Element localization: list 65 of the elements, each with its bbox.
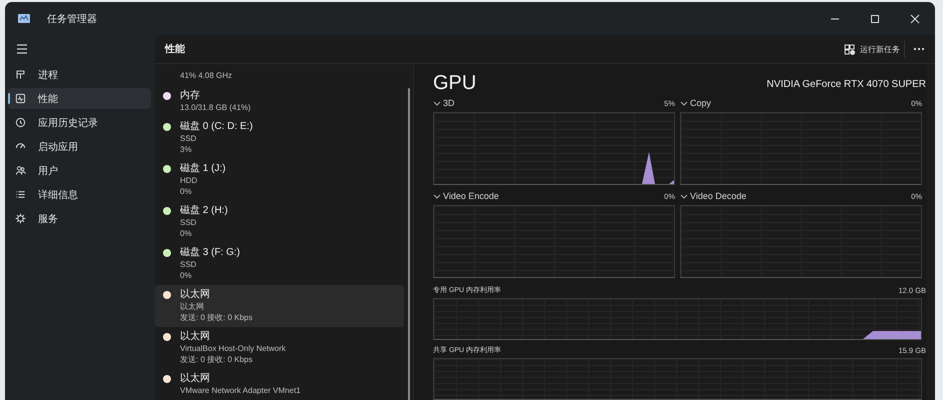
device-name: 以太网 xyxy=(180,330,211,344)
gpu-model: NVIDIA GeForce RTX 4070 SUPER xyxy=(766,79,926,92)
device-detail: 0% xyxy=(180,270,193,281)
graph-label: 3D xyxy=(443,98,455,108)
device-item[interactable]: 41% 4.08 GHz xyxy=(155,68,404,86)
nav-item[interactable]: 用户 xyxy=(8,160,151,181)
device-name: 以太网 xyxy=(180,288,211,302)
device-item[interactable]: 磁盘 1 (J:) HDD 0% xyxy=(155,159,404,201)
device-detail: 以太网 xyxy=(180,302,205,312)
device-detail: 13.0/31.8 GB (41%) xyxy=(180,102,251,113)
device-detail: VirtualBox Host-Only Network xyxy=(180,344,286,354)
usage-trace xyxy=(863,331,921,339)
scrollbar[interactable] xyxy=(408,88,410,400)
chevron-icon[interactable] xyxy=(680,192,688,200)
device-item[interactable]: 内存 13.0/31.8 GB (41%) xyxy=(155,86,404,117)
device-detail: 发送: 0 接收: 0 Kbps xyxy=(180,354,254,365)
performance-icon xyxy=(15,93,26,104)
device-detail: HDD xyxy=(180,176,198,186)
chevron-icon[interactable] xyxy=(680,100,688,106)
graph-label: Video Decode xyxy=(690,191,746,201)
app-icon xyxy=(17,12,31,25)
nav-item[interactable]: 性能 xyxy=(8,88,151,109)
chevron-icon[interactable] xyxy=(433,192,441,200)
device-name: 磁盘 0 (C: D: E:) xyxy=(180,120,253,134)
run-new-task-button[interactable]: 运行新任务 xyxy=(840,40,905,58)
page-title: 性能 xyxy=(165,42,186,56)
device-detail: 发送: 0 接收: 0 Kbps xyxy=(180,312,252,323)
device-detail: SSD xyxy=(180,218,198,228)
device-detail: 41% 4.08 GHz xyxy=(180,71,232,82)
device-item[interactable]: 磁盘 2 (H:) SSD 0% xyxy=(155,201,404,243)
device-item[interactable]: 磁盘 0 (C: D: E:) SSD 3% xyxy=(155,117,404,159)
device-detail: SSD xyxy=(180,260,198,270)
usage-trace xyxy=(642,152,674,184)
device-item[interactable]: 以太网 VirtualBox Host-Only Network 发送: 0 接收: 0 Kbps xyxy=(155,327,404,369)
device-name: 磁盘 1 (J:) xyxy=(180,162,226,176)
device-detail: SSD xyxy=(180,134,198,144)
details-icon xyxy=(15,189,26,200)
services-icon xyxy=(15,213,26,224)
more-icon[interactable] xyxy=(913,47,925,51)
device-detail: 0% xyxy=(180,228,193,239)
history-icon xyxy=(15,117,26,128)
new-task-icon xyxy=(844,44,855,54)
users-icon xyxy=(15,165,26,176)
device-name: 以太网 xyxy=(180,372,211,386)
device-item[interactable]: 以太网 VMware Network Adapter VMnet1 xyxy=(155,369,404,400)
window-title: 任务管理器 xyxy=(47,12,97,26)
device-name: 磁盘 2 (H:) xyxy=(180,204,228,218)
nav-item[interactable]: 详细信息 xyxy=(8,184,151,205)
device-detail: 3% xyxy=(180,144,193,155)
processes-icon xyxy=(15,69,26,80)
menu-icon[interactable] xyxy=(16,43,28,55)
device-item[interactable]: 磁盘 3 (F: G:) SSD 0% xyxy=(155,243,404,285)
graph-label: Copy xyxy=(690,98,712,108)
graph-label: Video Encode xyxy=(443,191,499,201)
section-title: GPU xyxy=(433,72,476,95)
device-detail: VMware Network Adapter VMnet1 xyxy=(180,386,300,396)
nav-item[interactable]: 进程 xyxy=(8,64,151,85)
nav-item[interactable]: 服务 xyxy=(8,208,151,229)
device-detail: 0% xyxy=(180,186,193,197)
device-name: 内存 xyxy=(180,88,201,102)
nav-item[interactable]: 应用历史记录 xyxy=(8,112,151,133)
device-name: 磁盘 3 (F: G:) xyxy=(180,246,240,260)
nav-item[interactable]: 启动应用 xyxy=(8,136,151,157)
device-item[interactable]: 以太网 以太网 发送: 0 接收: 0 Kbps xyxy=(155,285,404,327)
chevron-icon[interactable] xyxy=(433,100,441,106)
